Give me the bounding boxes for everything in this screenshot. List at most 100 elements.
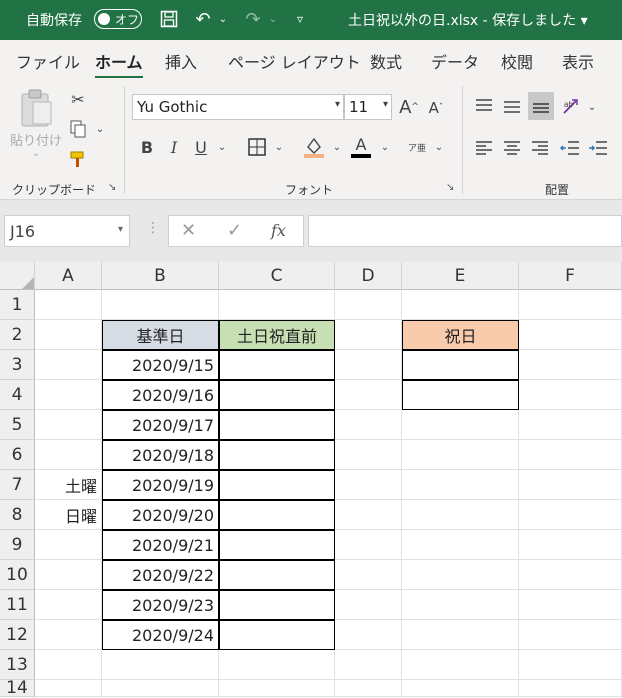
cell-d3[interactable] [335,350,402,380]
cell-c6[interactable] [219,440,335,470]
row-header-3[interactable]: 3 [0,350,35,380]
cell-e13[interactable] [402,650,519,680]
orientation-dropdown-icon[interactable]: ⌄ [586,98,598,116]
cell-e4[interactable] [402,380,519,410]
column-header-c[interactable]: C [219,262,335,290]
undo-icon[interactable]: ↶ [190,7,216,31]
underline-dropdown-icon[interactable]: ⌄ [215,138,229,156]
row-header-2[interactable]: 2 [0,320,35,350]
row-header-13[interactable]: 13 [0,650,35,680]
cell-d9[interactable] [335,530,402,560]
increase-indent-icon[interactable] [586,136,610,160]
cell-c9[interactable] [219,530,335,560]
underline-button[interactable]: U [190,136,212,158]
italic-button[interactable]: I [163,136,185,158]
enter-icon[interactable]: ✓ [227,220,242,241]
cell-e12[interactable] [402,620,519,650]
cell-b7[interactable]: 2020/9/19 [102,470,219,500]
fill-color-icon[interactable] [300,134,328,160]
align-top-icon[interactable] [472,94,496,118]
cell-a5[interactable] [35,410,102,440]
customize-qat-icon[interactable]: ▿ [290,7,310,31]
autosave-toggle[interactable]: オフ [94,9,142,29]
row-header-8[interactable]: 8 [0,500,35,530]
grow-font-icon[interactable]: A ^ [398,96,420,118]
cell-f5[interactable] [519,410,622,440]
cell-a4[interactable] [35,380,102,410]
column-header-d[interactable]: D [335,262,402,290]
cell-a1[interactable] [35,290,102,320]
cell-b11[interactable]: 2020/9/23 [102,590,219,620]
row-header-6[interactable]: 6 [0,440,35,470]
cell-c12[interactable] [219,620,335,650]
cell-f12[interactable] [519,620,622,650]
cell-f7[interactable] [519,470,622,500]
cell-f4[interactable] [519,380,622,410]
cell-f8[interactable] [519,500,622,530]
cell-e6[interactable] [402,440,519,470]
cell-a14[interactable] [35,680,102,697]
tab-file[interactable]: ファイル [16,49,80,73]
cell-b1[interactable] [102,290,219,320]
column-header-a[interactable]: A [35,262,102,290]
tab-insert[interactable]: 挿入 [165,49,197,73]
tab-review[interactable]: 校閲 [501,49,533,73]
cell-e2[interactable]: 祝日 [402,320,519,350]
cell-f11[interactable] [519,590,622,620]
cell-d5[interactable] [335,410,402,440]
cell-d8[interactable] [335,500,402,530]
cell-b10[interactable]: 2020/9/22 [102,560,219,590]
cell-f9[interactable] [519,530,622,560]
cell-d6[interactable] [335,440,402,470]
cell-d2[interactable] [335,320,402,350]
cell-d4[interactable] [335,380,402,410]
column-header-b[interactable]: B [102,262,219,290]
shrink-font-icon[interactable]: Aˇ [426,98,446,118]
decrease-indent-icon[interactable] [558,136,582,160]
copy-icon[interactable] [66,118,90,140]
row-header-10[interactable]: 10 [0,560,35,590]
font-name-combo[interactable]: Yu Gothic ▾ [132,94,344,120]
tab-data[interactable]: データ [431,49,479,73]
cell-a3[interactable] [35,350,102,380]
cell-d1[interactable] [335,290,402,320]
cell-d14[interactable] [335,680,402,697]
formula-input[interactable] [308,215,622,247]
font-color-dropdown-icon[interactable]: ⌄ [378,138,392,156]
cell-b12[interactable]: 2020/9/24 [102,620,219,650]
cell-f2[interactable] [519,320,622,350]
copy-dropdown-icon[interactable]: ⌄ [94,120,106,138]
cell-c7[interactable] [219,470,335,500]
paste-icon[interactable] [14,86,58,130]
cell-e3[interactable] [402,350,519,380]
cell-f13[interactable] [519,650,622,680]
row-header-11[interactable]: 11 [0,590,35,620]
cancel-icon[interactable]: ✕ [181,220,196,241]
tab-home[interactable]: ホーム [95,49,143,79]
undo-dropdown-icon[interactable]: ⌄ [216,7,230,31]
cell-c4[interactable] [219,380,335,410]
cell-b6[interactable]: 2020/9/18 [102,440,219,470]
cell-a11[interactable] [35,590,102,620]
fill-color-dropdown-icon[interactable]: ⌄ [330,138,344,156]
column-header-e[interactable]: E [402,262,519,290]
borders-dropdown-icon[interactable]: ⌄ [272,138,286,156]
borders-icon[interactable] [245,136,269,158]
cell-a10[interactable] [35,560,102,590]
cell-e7[interactable] [402,470,519,500]
cell-b2[interactable]: 基準日 [102,320,219,350]
row-header-5[interactable]: 5 [0,410,35,440]
cell-f6[interactable] [519,440,622,470]
cell-a6[interactable] [35,440,102,470]
select-all-corner[interactable] [0,262,35,290]
cell-d12[interactable] [335,620,402,650]
redo-icon[interactable]: ↷ [240,7,266,31]
phonetic-dropdown-icon[interactable]: ⌄ [432,138,446,156]
cell-c1[interactable] [219,290,335,320]
document-title[interactable]: 土日祝以外の日.xlsx - 保存しました ▾ [348,10,588,30]
cell-c13[interactable] [219,650,335,680]
cell-b9[interactable]: 2020/9/21 [102,530,219,560]
cut-icon[interactable]: ✂ [66,88,90,110]
cell-b8[interactable]: 2020/9/20 [102,500,219,530]
cell-c2[interactable]: 土日祝直前 [219,320,335,350]
